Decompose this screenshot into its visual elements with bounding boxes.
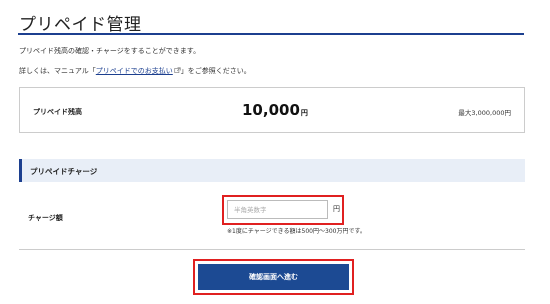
balance-panel: プリペイド残高 10,000円 最大3,000,000円 — [19, 87, 525, 133]
manual-suffix: 」をご参照ください。 — [180, 67, 251, 75]
charge-unit: 円 — [333, 205, 340, 213]
intro-text: プリペイド残高の確認・チャージをすることができます。 — [19, 47, 201, 55]
page-title: プリペイド管理 — [19, 15, 142, 35]
title-underline — [18, 33, 524, 35]
balance-unit: 円 — [300, 109, 308, 117]
manual-reference: 詳しくは、マニュアル「プリペイドでのお支払い 」をご参照ください。 — [19, 66, 251, 76]
balance-amount: 10,000円 — [242, 101, 308, 119]
balance-max: 最大3,000,000円 — [458, 109, 511, 117]
balance-value: 10,000 — [242, 101, 300, 119]
divider — [19, 249, 525, 250]
charge-amount-label: チャージ額 — [28, 214, 63, 222]
manual-link[interactable]: プリペイドでのお支払い — [96, 67, 173, 75]
charge-amount-input[interactable] — [227, 200, 328, 219]
confirm-button[interactable]: 確認画面へ進む — [198, 264, 349, 290]
charge-limit-note: ※1度にチャージできる額は500円〜300万円です。 — [227, 228, 366, 235]
external-link-icon — [174, 67, 181, 73]
manual-prefix: 詳しくは、マニュアル「 — [19, 67, 96, 75]
charge-section-header: プリペイドチャージ — [19, 159, 525, 182]
balance-label: プリペイド残高 — [33, 108, 82, 116]
charge-section-title: プリペイドチャージ — [30, 167, 98, 176]
